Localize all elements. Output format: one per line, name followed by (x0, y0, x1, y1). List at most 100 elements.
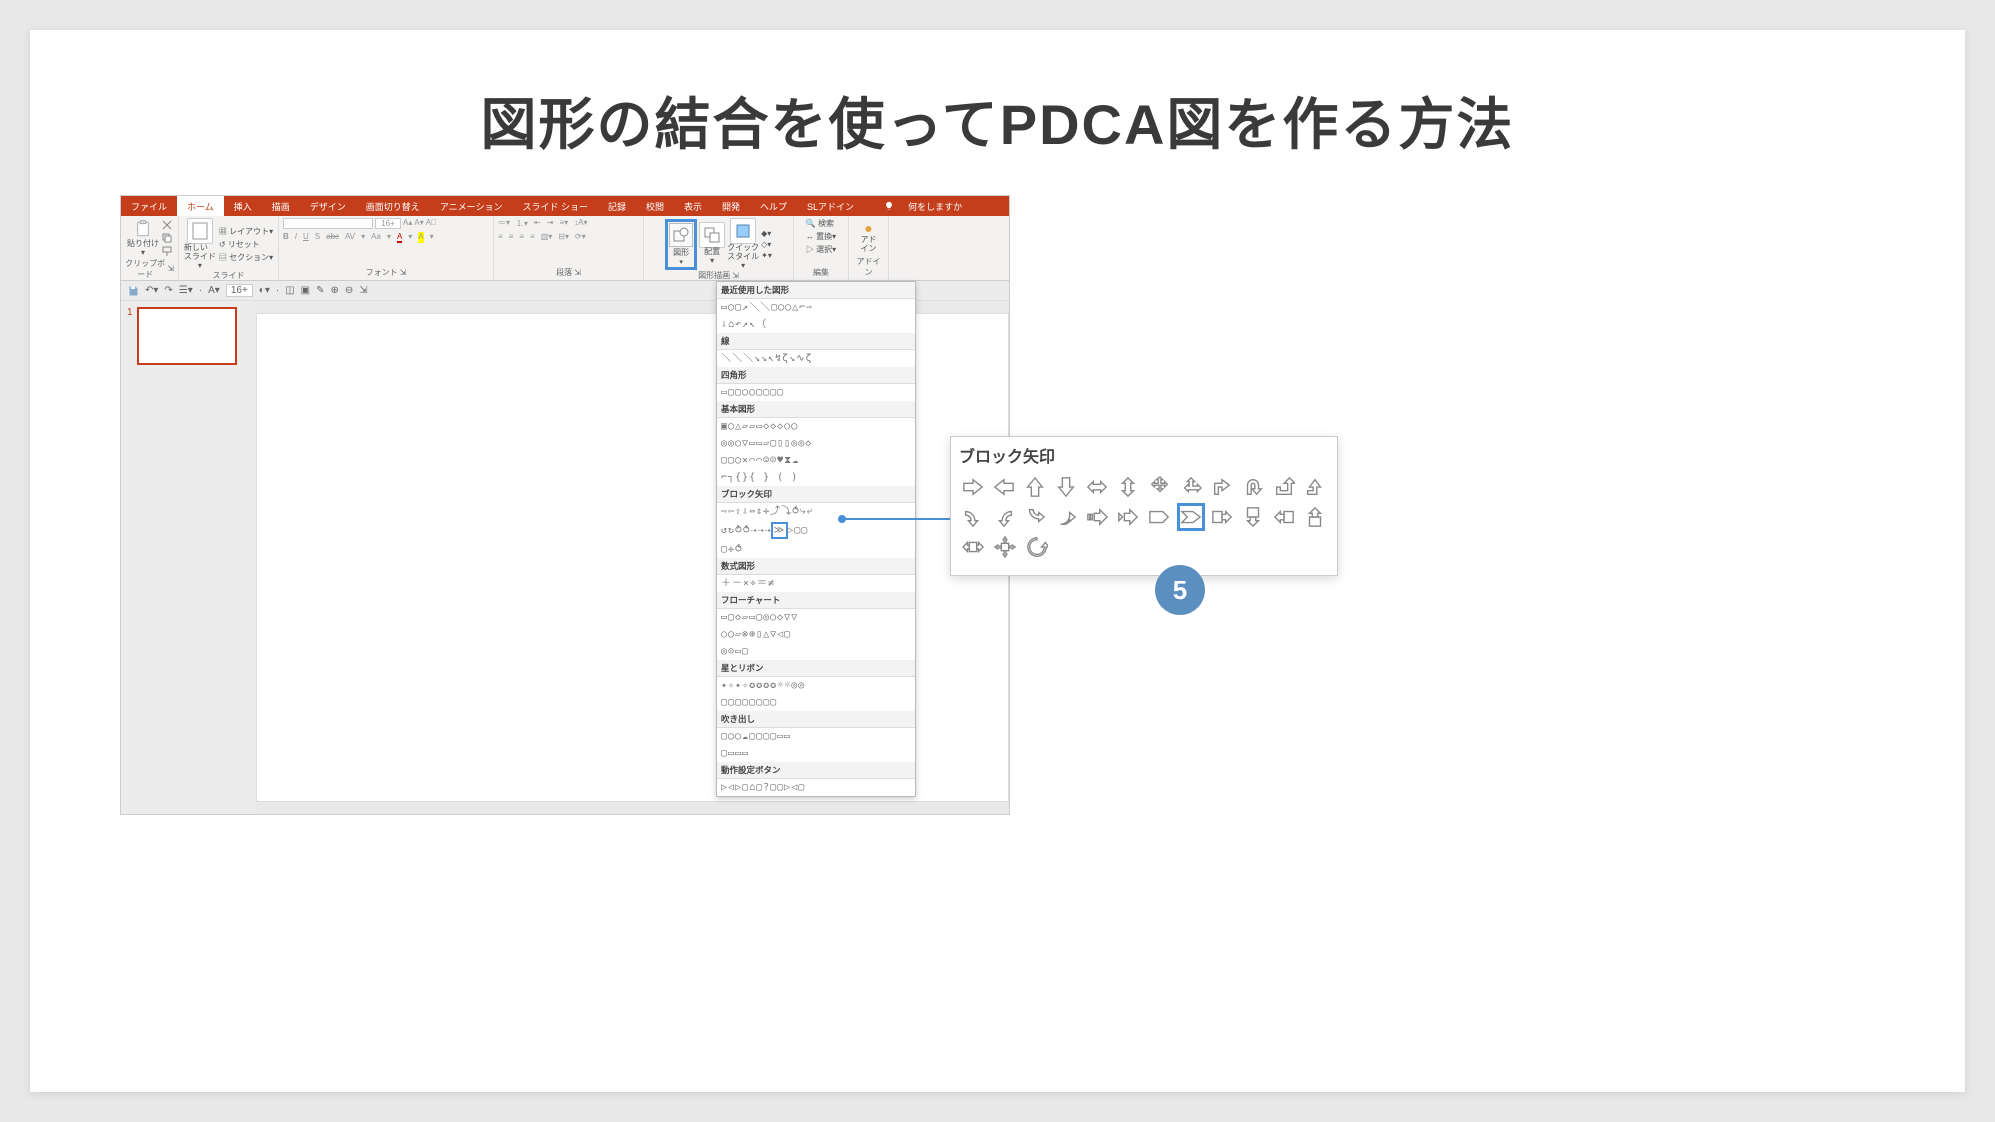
format-painter-icon[interactable] (162, 246, 172, 256)
align-qat-icon[interactable]: ◫ (285, 285, 294, 296)
sd-row-highlighted[interactable]: ↺↻⥁⥀⇢⇢⇢≫▷▢▢ (717, 520, 915, 541)
arrow-curved-down-icon[interactable] (1021, 503, 1048, 531)
replace-button[interactable]: ↔ 置換▾ (806, 231, 836, 242)
sd-row[interactable]: ▢▢◯✕⌒⌒☺☹♥⧗☁ (717, 452, 915, 469)
arrow-curved-left-icon[interactable] (990, 503, 1017, 531)
arrow-notched-icon[interactable] (1114, 503, 1141, 531)
cut-icon[interactable] (162, 220, 172, 230)
sd-row[interactable]: ▣◯△▱▱▭◇◇◇○◯ (717, 418, 915, 435)
reset-button[interactable]: ↺ リセット (219, 239, 273, 250)
arrow-up-icon[interactable] (1021, 473, 1048, 501)
align-center-icon[interactable]: ≡ (509, 232, 514, 241)
layout-button[interactable]: ▦ レイアウト▾ (219, 226, 273, 237)
redo-icon[interactable]: ↷ (164, 285, 172, 296)
sd-row[interactable]: ▭◯▢↗＼＼▢◯◯△⌐⇨ (717, 299, 915, 316)
sd-row[interactable]: ▢▭▭▭ (717, 745, 915, 762)
arrange-button[interactable]: 配置▾ (699, 222, 725, 266)
arrow-curved-up-icon[interactable] (1052, 503, 1079, 531)
sd-row[interactable]: ▭▢◇▱▭▢◎○◇▽▽ (717, 609, 915, 626)
strike-button[interactable]: abc (326, 232, 339, 243)
paste-button[interactable]: 貼り付け ▾ (127, 218, 159, 258)
arrow-bentup-icon[interactable] (1302, 473, 1329, 501)
arrow-leftright-icon[interactable] (1084, 473, 1111, 501)
tab-home[interactable]: ホーム (177, 196, 224, 216)
sd-row[interactable]: ▭▢▢◯◯▢▢▢▢ (717, 384, 915, 401)
tab-design[interactable]: デザイン (300, 196, 356, 216)
underline-button[interactable]: U (303, 232, 309, 243)
tab-file[interactable]: ファイル (121, 196, 177, 216)
sd-row[interactable]: ＋－×÷＝≠ (717, 575, 915, 592)
arrow-circular-icon[interactable] (1023, 533, 1051, 561)
arrow-right-callout-icon[interactable] (1209, 503, 1236, 531)
slide-thumbnail-1[interactable] (137, 307, 237, 365)
select-button[interactable]: ▷ 選択▾ (806, 244, 836, 255)
tab-record[interactable]: 記録 (598, 196, 636, 216)
tab-transitions[interactable]: 画面切り替え (356, 196, 430, 216)
undo-icon[interactable]: ↶▾ (145, 285, 158, 296)
arrow-updown-icon[interactable] (1115, 473, 1142, 501)
align-left-icon[interactable]: ≡ (498, 232, 503, 241)
text-direction-icon[interactable]: ↕A▾ (574, 218, 587, 229)
tab-review[interactable]: 校閲 (636, 196, 674, 216)
shape-fill-button[interactable]: ◆▾ (761, 229, 772, 238)
new-slide-button[interactable]: 新しい スライド▾ (184, 218, 216, 270)
tab-developer[interactable]: 開発 (712, 196, 750, 216)
italic-button[interactable]: I (295, 232, 297, 243)
justify-icon[interactable]: ≡ (530, 232, 535, 241)
save-icon[interactable] (127, 285, 139, 297)
tab-insert[interactable]: 挿入 (224, 196, 262, 216)
eyedropper-icon[interactable]: ✎ (316, 285, 324, 296)
chevron-shape-highlight[interactable]: ≫ (771, 522, 788, 539)
clear-format-icon[interactable]: A⃠ (426, 218, 437, 229)
sd-row[interactable]: ▢▢▢▢▢▢▢▢ (717, 694, 915, 711)
arrow-quad-callout-icon[interactable] (991, 533, 1019, 561)
find-button[interactable]: 🔍 検索 (806, 218, 834, 229)
change-case-button[interactable]: Aa (371, 232, 381, 243)
section-button[interactable]: ▤ セクション▾ (219, 252, 273, 263)
smartart-icon[interactable]: ⟳▾ (575, 232, 586, 241)
indent-inc-icon[interactable]: ⇥ (547, 218, 554, 229)
tell-me[interactable]: 何をしますか (874, 196, 982, 216)
touch-mode-icon[interactable]: ☰▾ (179, 285, 193, 296)
sd-row[interactable]: ⇩⌂↶↗↖（ (717, 316, 915, 333)
arrow-down-callout-icon[interactable] (1240, 503, 1267, 531)
tab-slideshow[interactable]: スライド ショー (512, 196, 598, 216)
font-color-button[interactable]: A (397, 232, 402, 243)
tab-sladdin[interactable]: SLアドイン (797, 196, 864, 216)
sd-row[interactable]: ◎◎○▽▭▭▱▢▯▯◎◎◇ (717, 435, 915, 452)
zoom-in-icon[interactable]: ⊕ (331, 285, 339, 296)
arrow-leftup-icon[interactable] (1271, 473, 1298, 501)
arrow-leftright-callout-icon[interactable] (959, 533, 987, 561)
indent-dec-icon[interactable]: ⇤ (534, 218, 541, 229)
columns-icon[interactable]: ▥▾ (541, 232, 553, 241)
bold-button[interactable]: B (283, 232, 289, 243)
line-spacing-icon[interactable]: ≡▾ (559, 218, 568, 229)
font-color-qat-icon[interactable]: A▾ (208, 285, 220, 296)
arrow-up-callout-icon[interactable] (1302, 503, 1329, 531)
sd-row[interactable]: ⌐┐{}{ } ( ) (717, 469, 915, 486)
tab-draw[interactable]: 描画 (262, 196, 300, 216)
tab-animations[interactable]: アニメーション (430, 196, 513, 216)
arrow-left-icon[interactable] (990, 473, 1017, 501)
arrow-quad-icon[interactable] (1146, 473, 1173, 501)
arrow-down-icon[interactable] (1053, 473, 1080, 501)
sd-row[interactable]: ◎⊝▭▢ (717, 643, 915, 660)
sd-row[interactable]: ▷◁▷▢⌂▢?▢▢▷◁▢ (717, 779, 915, 796)
shape-effects-button[interactable]: ✦▾ (761, 251, 772, 260)
arrow-bent-icon[interactable] (1208, 473, 1235, 501)
font-size-input[interactable]: 16+ (375, 218, 401, 229)
merge-shapes-icon[interactable]: ◐▾ (259, 285, 270, 296)
bullets-icon[interactable]: ≔▾ (498, 218, 510, 229)
sd-row[interactable]: ＼＼＼↘↘↖↯ζ↘∿ζ (717, 350, 915, 367)
align-text-icon[interactable]: ⊟▾ (558, 232, 569, 241)
arrow-pentagon-icon[interactable] (1146, 503, 1173, 531)
tab-help[interactable]: ヘルプ (750, 196, 797, 216)
shadow-button[interactable]: S (315, 232, 320, 243)
tab-view[interactable]: 表示 (674, 196, 712, 216)
shape-outline-button[interactable]: ◇▾ (761, 240, 772, 249)
font-family-input[interactable] (283, 218, 373, 229)
arrow-right-icon[interactable] (959, 473, 986, 501)
arrow-left-callout-icon[interactable] (1271, 503, 1298, 531)
sd-row[interactable]: ▢✛⥀ (717, 541, 915, 558)
char-spacing-button[interactable]: AV (345, 232, 355, 243)
